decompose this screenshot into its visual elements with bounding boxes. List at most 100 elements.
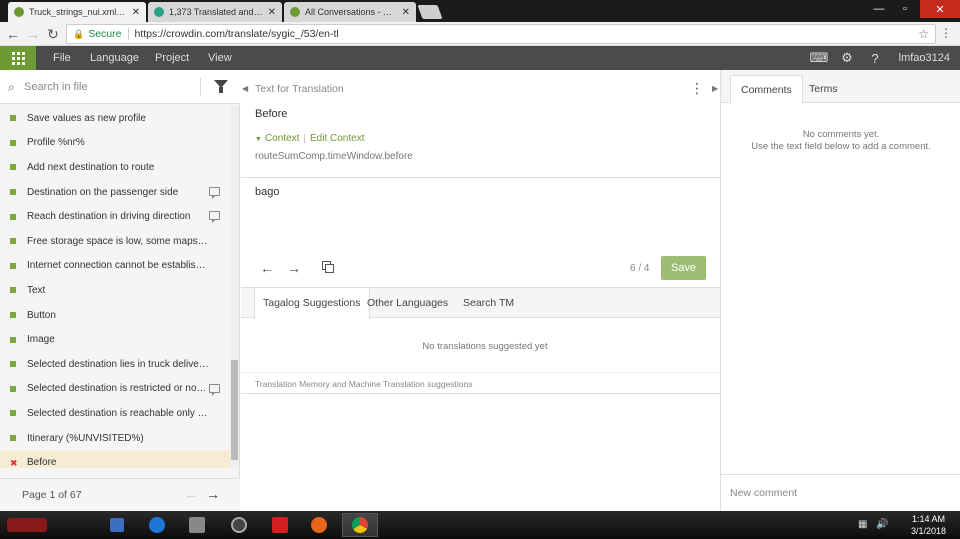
back-arrow-icon[interactable]: ← — [4, 25, 22, 43]
maximize-icon[interactable]: ▫ — [892, 0, 918, 18]
list-item-label: Save values as new profile — [27, 112, 146, 124]
search-input[interactable] — [24, 78, 194, 96]
no-comments-text: No comments yet. Use the text field belo… — [751, 129, 931, 152]
start-button[interactable] — [2, 513, 52, 537]
tab-tagalog-suggestions[interactable]: Tagalog Suggestions — [254, 288, 370, 319]
list-item[interactable]: Selected destination is restricted or no… — [0, 377, 230, 402]
camera-icon[interactable] — [224, 513, 254, 537]
list-item[interactable]: Text — [0, 278, 230, 303]
new-comment-input[interactable] — [730, 485, 950, 501]
menu-language[interactable]: Language — [90, 46, 139, 70]
close-tab-icon[interactable]: ✕ — [268, 7, 276, 18]
browser-toolbar: ← → ↻ 🔒 Secure https://crowdin.com/trans… — [0, 22, 960, 46]
list-item[interactable]: Free storage space is low, some maps wil… — [0, 229, 230, 254]
windows-taskbar: ▦ 🔊 1:14 AM 3/1/2018 — [0, 511, 960, 539]
translated-status-icon — [10, 410, 16, 417]
list-item[interactable]: Selected destination is reachable only d… — [0, 401, 230, 426]
list-item[interactable]: Destination on the passenger side — [0, 180, 230, 205]
translated-status-icon — [10, 213, 16, 220]
scrollbar-thumb[interactable] — [231, 360, 238, 460]
tab-other-languages[interactable]: Other Languages — [359, 288, 456, 318]
more-options-icon[interactable]: ⋮ — [690, 80, 704, 97]
translated-status-icon — [10, 361, 16, 368]
list-item-label: Button — [27, 309, 56, 321]
username[interactable]: lmfao3124 — [899, 46, 950, 70]
forward-arrow-icon[interactable]: → — [24, 25, 42, 43]
tab-terms[interactable]: Terms — [799, 75, 848, 103]
strings-panel: ⌕ Save values as new profile Profile %nr%… — [0, 70, 240, 511]
next-page-icon[interactable]: → — [206, 486, 220, 502]
taskbar-red-app-icon[interactable] — [265, 513, 295, 537]
gear-icon[interactable]: ⚙ — [839, 50, 855, 66]
crowdin-favicon-icon — [14, 7, 24, 17]
context-link[interactable]: Context — [265, 133, 299, 144]
edit-context-link[interactable]: Edit Context — [310, 133, 364, 144]
reload-icon[interactable]: ↻ — [44, 25, 62, 43]
close-tab-icon[interactable]: ✕ — [402, 7, 410, 18]
url-text: https://crowdin.com/translate/sygic_/53/… — [134, 28, 339, 40]
list-item[interactable]: Save values as new profile — [0, 106, 230, 131]
list-item[interactable]: Selected destination lies in truck deliv… — [0, 352, 230, 377]
menu-view[interactable]: View — [208, 46, 232, 70]
copy-source-icon[interactable] — [322, 261, 334, 273]
system-clock[interactable]: 1:14 AM 3/1/2018 — [911, 513, 946, 537]
list-item[interactable]: Internet connection cannot be establishe… — [0, 254, 230, 279]
keyboard-icon[interactable]: ⌨ — [810, 50, 829, 66]
context-toggle-icon[interactable]: ▼ — [255, 136, 262, 143]
tab-comments[interactable]: Comments — [730, 75, 803, 104]
menu-file[interactable]: File — [53, 46, 71, 70]
firefox-icon[interactable] — [304, 513, 334, 537]
minimize-icon[interactable]: — — [866, 0, 892, 18]
comments-tabs: Comments Terms — [721, 70, 960, 104]
new-tab-button[interactable] — [417, 5, 443, 19]
comments-panel: Comments Terms No comments yet. Use the … — [720, 70, 960, 511]
translated-status-icon — [10, 435, 16, 442]
browser-menu-icon[interactable]: ⋮ — [940, 26, 952, 40]
bookmark-star-icon[interactable]: ☆ — [918, 27, 929, 41]
list-item[interactable]: ✖ Before — [0, 450, 230, 468]
context-row: ▼ Context | Edit Context — [255, 133, 365, 144]
apps-grid-icon[interactable] — [0, 46, 36, 70]
translated-status-icon — [10, 287, 16, 294]
start-logo-icon — [7, 518, 47, 532]
close-window-icon[interactable]: ✕ — [920, 0, 960, 18]
collapse-left-icon[interactable]: ◀ — [242, 84, 248, 93]
browser-tab-3[interactable]: All Conversations - Crow ✕ — [284, 2, 416, 22]
list-item[interactable]: Profile %nr% — [0, 131, 230, 156]
translation-textarea[interactable]: bago — [255, 186, 279, 198]
browser-tab-title: All Conversations - Crow — [305, 7, 397, 17]
list-item[interactable]: Itinerary (%UNVISITED%) — [0, 426, 230, 451]
media-player-icon[interactable] — [142, 513, 172, 537]
tab-favicon-icon — [154, 7, 164, 17]
volume-icon[interactable]: 🔊 — [876, 519, 888, 530]
source-text: Before — [255, 108, 288, 120]
list-item-label: Itinerary (%UNVISITED%) — [27, 432, 144, 444]
list-item[interactable]: Image — [0, 327, 230, 352]
taskbar-monitor-icon[interactable] — [182, 513, 212, 537]
secure-label: Secure — [88, 28, 122, 40]
tab-search-tm[interactable]: Search TM — [455, 288, 522, 318]
taskbar-windows-icon[interactable] — [102, 513, 132, 537]
list-item[interactable]: Button — [0, 303, 230, 328]
crowdin-favicon-icon — [290, 7, 300, 17]
chrome-icon[interactable] — [342, 513, 378, 537]
prev-page-icon[interactable]: ← — [184, 486, 198, 502]
browser-tab-1[interactable]: Truck_strings_nui.xml - S ✕ — [8, 2, 146, 22]
browser-tab-2[interactable]: 1,373 Translated and Pro ✕ — [148, 2, 282, 22]
menu-project[interactable]: Project — [155, 46, 189, 70]
help-icon[interactable]: ? — [867, 50, 883, 66]
network-icon[interactable]: ▦ — [858, 519, 867, 530]
editor-panel: Text for Translation ⋮ Before ▼ Context | E… — [241, 70, 720, 511]
list-item[interactable]: Reach destination in driving direction — [0, 204, 230, 229]
save-button[interactable]: Save — [661, 256, 706, 280]
list-item[interactable]: Add next destination to route — [0, 155, 230, 180]
close-tab-icon[interactable]: ✕ — [132, 7, 140, 18]
next-string-icon[interactable]: → — [287, 260, 301, 276]
section-title: Text for Translation — [255, 83, 344, 95]
strings-scrollbar[interactable] — [230, 106, 239, 468]
page-indicator: Page 1 of 67 — [22, 489, 82, 501]
clock-date: 3/1/2018 — [910, 526, 946, 536]
suggestion-tabs: Tagalog Suggestions Other Languages Sear… — [241, 287, 720, 319]
prev-string-icon[interactable]: ← — [260, 260, 274, 276]
address-bar[interactable]: 🔒 Secure https://crowdin.com/translate/s… — [66, 24, 936, 44]
